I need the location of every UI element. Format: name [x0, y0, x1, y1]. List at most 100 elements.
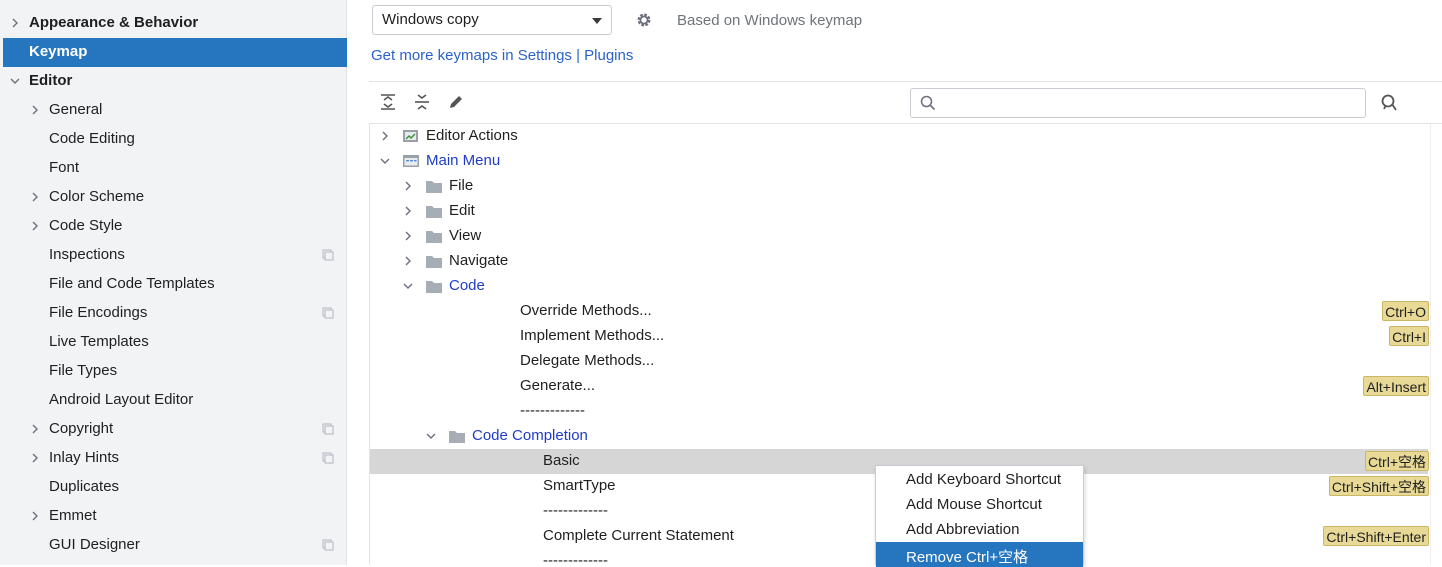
- context-menu-item-label: Add Keyboard Shortcut: [906, 471, 1062, 488]
- sidebar-item-code-style[interactable]: Code Style: [3, 212, 347, 241]
- project-scope-icon: [322, 539, 334, 551]
- sidebar-item-live-templates[interactable]: Live Templates: [3, 328, 347, 357]
- sidebar-item-label: Font: [49, 159, 80, 176]
- shortcut-badge: Ctrl+Shift+Enter: [1323, 526, 1429, 546]
- tree-row-label: -------------: [520, 402, 585, 419]
- sidebar-item-label: File Types: [49, 362, 118, 379]
- chevron-right-icon[interactable]: [403, 256, 413, 266]
- project-scope-icon: [322, 307, 334, 319]
- chevron-right-icon[interactable]: [30, 424, 40, 434]
- sidebar-item-label: Duplicates: [49, 478, 120, 495]
- tree-row-label: -------------: [543, 552, 608, 565]
- keymap-select[interactable]: Windows copy: [372, 5, 612, 35]
- based-on-label: Based on Windows keymap: [677, 12, 863, 29]
- context-menu-item-label: Add Mouse Shortcut: [906, 496, 1042, 513]
- chevron-right-icon[interactable]: [30, 221, 40, 231]
- sidebar-item-keymap[interactable]: Keymap: [3, 38, 347, 67]
- sidebar-item-file-types[interactable]: File Types: [3, 357, 347, 386]
- shortcut-badge: Ctrl+O: [1382, 301, 1429, 321]
- search-field[interactable]: [910, 88, 1366, 118]
- tree-row[interactable]: Navigate: [370, 249, 1428, 274]
- tree-row[interactable]: Edit: [370, 199, 1428, 224]
- context-menu-item[interactable]: Add Abbreviation: [876, 517, 1083, 542]
- tree-row[interactable]: Implement Methods... Ctrl+I: [370, 324, 1429, 349]
- sidebar-item-file-and-code-templates[interactable]: File and Code Templates: [3, 270, 347, 299]
- sidebar-item-file-encodings[interactable]: File Encodings: [3, 299, 347, 328]
- chevron-down-icon[interactable]: [403, 281, 413, 291]
- chevron-right-icon[interactable]: [30, 511, 40, 521]
- sidebar-item-editor[interactable]: Editor: [3, 67, 347, 96]
- sidebar-item-copyright[interactable]: Copyright: [3, 415, 347, 444]
- gear-icon[interactable]: [635, 11, 653, 29]
- sidebar-item-label: File and Code Templates: [49, 275, 215, 292]
- tree-row[interactable]: Generate... Alt+Insert: [370, 374, 1429, 399]
- find-by-shortcut-icon[interactable]: [1379, 93, 1399, 113]
- chevron-down-icon[interactable]: [10, 76, 20, 86]
- get-more-keymaps: Get more keymaps in Settings | Plugins: [371, 47, 633, 64]
- tree-row[interactable]: Override Methods... Ctrl+O: [370, 299, 1429, 324]
- tree-row-label: File: [449, 177, 474, 194]
- project-scope-icon: [322, 423, 334, 435]
- sidebar-item-gui-designer[interactable]: GUI Designer: [3, 531, 347, 560]
- collapse-all-icon[interactable]: [413, 93, 431, 111]
- tree-row-label: View: [449, 227, 482, 244]
- search-input[interactable]: [943, 93, 1357, 115]
- shortcut-badge: Alt+Insert: [1363, 376, 1429, 396]
- plugins-link[interactable]: Plugins: [584, 47, 633, 64]
- tree-row-label: Basic: [543, 452, 580, 469]
- sidebar-item-label: File Encodings: [49, 304, 148, 321]
- sidebar-item-general[interactable]: General: [3, 96, 347, 125]
- scrollbar[interactable]: [1430, 124, 1442, 565]
- chevron-right-icon[interactable]: [380, 131, 390, 141]
- tree-row[interactable]: File: [370, 174, 1428, 199]
- tree-row-label: SmartType: [543, 477, 616, 494]
- sidebar-item-emmet[interactable]: Emmet: [3, 502, 347, 531]
- get-more-keymaps-link[interactable]: Get more keymaps in Settings: [371, 47, 572, 64]
- sidebar-item-duplicates[interactable]: Duplicates: [3, 473, 347, 502]
- sidebar-item-appearance-behavior[interactable]: Appearance & Behavior: [3, 9, 347, 38]
- context-menu-item-label: Add Abbreviation: [906, 521, 1020, 538]
- context-menu-item[interactable]: Add Mouse Shortcut: [876, 492, 1083, 517]
- sidebar-item-inlay-hints[interactable]: Inlay Hints: [3, 444, 347, 473]
- tree-row[interactable]: Editor Actions: [370, 124, 1428, 149]
- sidebar-item-inspections[interactable]: Inspections: [3, 241, 347, 270]
- sidebar-item-android-layout-editor[interactable]: Android Layout Editor: [3, 386, 347, 415]
- tree-row-label: Complete Current Statement: [543, 527, 734, 544]
- chevron-right-icon[interactable]: [403, 206, 413, 216]
- chevron-right-icon[interactable]: [403, 231, 413, 241]
- sidebar-item-label: GUI Designer: [49, 536, 140, 553]
- chevron-right-icon[interactable]: [30, 453, 40, 463]
- edit-pencil-icon[interactable]: [447, 93, 465, 111]
- sidebar-item-label: Color Scheme: [49, 188, 145, 205]
- tree-row[interactable]: Code: [370, 274, 1428, 299]
- chevron-down-icon[interactable]: [380, 156, 390, 166]
- tree-row[interactable]: Delegate Methods...: [370, 349, 1428, 374]
- tree-row[interactable]: Code Completion: [370, 424, 1428, 449]
- sidebar-item-code-editing[interactable]: Code Editing: [3, 125, 347, 154]
- chevron-right-icon[interactable]: [30, 192, 40, 202]
- chevron-down-icon[interactable]: [426, 431, 436, 441]
- chevron-right-icon[interactable]: [403, 181, 413, 191]
- tree-row-label: -------------: [543, 502, 608, 519]
- tree-row-label: Main Menu: [426, 152, 501, 169]
- context-menu-item[interactable]: Add Keyboard Shortcut: [876, 467, 1083, 492]
- folder-icon: [426, 206, 442, 218]
- tree-row-label: Override Methods...: [520, 302, 652, 319]
- shortcut-badge: Ctrl+I: [1389, 326, 1429, 346]
- chevron-right-icon[interactable]: [30, 105, 40, 115]
- expand-all-icon[interactable]: [379, 93, 397, 111]
- sidebar-item-font[interactable]: Font: [3, 154, 347, 183]
- tree-row-label: Editor Actions: [426, 127, 518, 144]
- sidebar-item-label: Keymap: [29, 43, 88, 60]
- folder-icon: [426, 231, 442, 243]
- context-menu-item[interactable]: Remove Ctrl+空格: [876, 542, 1083, 567]
- context-menu: Add Keyboard Shortcut Add Mouse Shortcut A…: [875, 465, 1084, 567]
- search-icon: [920, 95, 936, 111]
- tree-row-label: Delegate Methods...: [520, 352, 655, 369]
- tree-row[interactable]: -------------: [370, 399, 1428, 424]
- sidebar-item-color-scheme[interactable]: Color Scheme: [3, 183, 347, 212]
- tree-row[interactable]: Main Menu: [370, 149, 1428, 174]
- shortcut-badge: Ctrl+空格: [1365, 451, 1429, 471]
- chevron-right-icon[interactable]: [10, 18, 20, 28]
- tree-row[interactable]: View: [370, 224, 1428, 249]
